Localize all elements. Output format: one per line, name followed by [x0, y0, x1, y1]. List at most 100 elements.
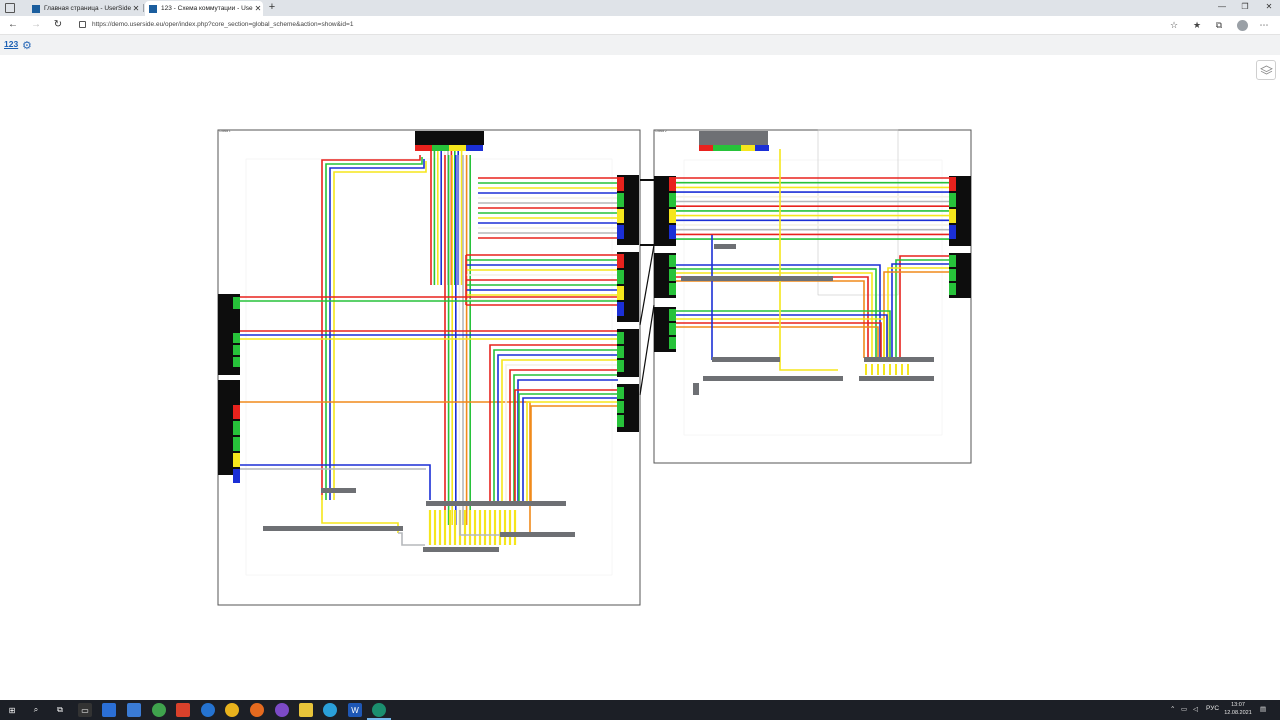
- edge-icon[interactable]: [372, 703, 386, 717]
- clock-date: 12.08.2021: [1224, 710, 1252, 716]
- splitter-strip[interactable]: [500, 532, 575, 537]
- port-marker: [617, 360, 624, 372]
- address-bar[interactable]: https://demo.userside.eu/oper/index.php?…: [92, 21, 353, 28]
- tab-scheme[interactable]: 123 - Схема коммутации - Use ✕: [145, 1, 263, 16]
- port-marker: [617, 346, 624, 358]
- terminal-icon[interactable]: ▭: [78, 703, 92, 717]
- tab-title: 123 - Схема коммутации - Use: [161, 5, 253, 12]
- splitter-strip[interactable]: [864, 357, 934, 362]
- port-marker: [669, 209, 676, 223]
- file-explorer-icon[interactable]: [299, 703, 313, 717]
- refresh-icon[interactable]: ↻: [52, 19, 64, 30]
- more-menu-icon[interactable]: ⋯: [1258, 20, 1270, 31]
- port-marker: [617, 302, 624, 316]
- close-window-button[interactable]: ✕: [1262, 2, 1276, 11]
- calculator-icon[interactable]: [127, 703, 141, 717]
- commutation-scheme-svg[interactable]: Схема 1 Схема 2: [0, 55, 1280, 700]
- word-icon[interactable]: W: [348, 703, 362, 717]
- tab-main-page[interactable]: Главная страница - UserSide ✕: [28, 1, 141, 16]
- coupler-box[interactable]: [415, 131, 484, 145]
- port-marker: [617, 270, 624, 284]
- new-tab-button[interactable]: +: [266, 1, 278, 13]
- close-tab-icon[interactable]: ✕: [131, 4, 141, 13]
- port-marker: [617, 401, 624, 413]
- port-marker: [669, 255, 676, 267]
- scheme-id-link[interactable]: 123: [4, 39, 18, 49]
- browser-toolbar: ← → ↻ https://demo.userside.eu/oper/inde…: [0, 16, 1280, 35]
- forward-arrow-icon[interactable]: →: [30, 19, 42, 30]
- clock[interactable]: 13:07 12.08.2021: [1222, 701, 1254, 717]
- link-line[interactable]: [639, 304, 655, 396]
- minimize-button[interactable]: —: [1215, 2, 1229, 11]
- chrome-icon[interactable]: [225, 703, 239, 717]
- browser-tab-strip: Главная страница - UserSide ✕ 123 - Схем…: [0, 0, 1280, 16]
- favorites-icon[interactable]: ★: [1191, 20, 1203, 31]
- port-marker: [233, 453, 240, 467]
- port-marker: [233, 437, 240, 451]
- tab-actions-icon[interactable]: [5, 3, 15, 13]
- splitter-strip[interactable]: [703, 376, 843, 381]
- port-marker: [669, 283, 676, 295]
- layers-icon: [1259, 65, 1273, 74]
- lock-icon[interactable]: [79, 21, 86, 28]
- task-view-icon[interactable]: ⧉: [53, 703, 67, 717]
- notifications-icon[interactable]: ▤: [1260, 705, 1266, 713]
- splitter-strip[interactable]: [712, 357, 780, 362]
- device-block[interactable]: [693, 383, 699, 395]
- store-icon[interactable]: [102, 703, 116, 717]
- add-favorite-icon[interactable]: ☆: [1168, 20, 1180, 31]
- volume-icon[interactable]: ◁: [1193, 705, 1198, 713]
- port-marker: [699, 145, 713, 151]
- telegram-icon[interactable]: [323, 703, 337, 717]
- windows-start-icon[interactable]: ⊞: [5, 703, 19, 717]
- scheme-name: Схема 2: [655, 129, 667, 133]
- splitter-strip[interactable]: [423, 547, 499, 552]
- port-marker: [457, 145, 466, 151]
- splitter-strip[interactable]: [681, 276, 833, 281]
- port-marker: [949, 269, 956, 281]
- language-indicator[interactable]: РУС: [1206, 705, 1219, 712]
- port-marker: [949, 193, 956, 207]
- port-marker: [233, 469, 240, 483]
- profile-avatar[interactable]: [1237, 20, 1248, 31]
- splitter-strip[interactable]: [714, 244, 736, 249]
- clock-time: 13:07: [1231, 702, 1245, 708]
- app-red-icon[interactable]: [176, 703, 190, 717]
- viber-icon[interactable]: [275, 703, 289, 717]
- port-marker: [617, 209, 624, 223]
- search-icon[interactable]: ⌕: [29, 703, 43, 717]
- splitter-strip[interactable]: [263, 526, 403, 531]
- link-line[interactable]: [639, 244, 655, 326]
- port-marker: [713, 145, 727, 151]
- maximize-button[interactable]: ❐: [1238, 2, 1252, 11]
- port-marker: [233, 405, 240, 419]
- layers-button[interactable]: [1256, 60, 1276, 80]
- app-green-icon[interactable]: [152, 703, 166, 717]
- port-marker: [669, 225, 676, 239]
- firefox-icon[interactable]: [250, 703, 264, 717]
- port-marker: [669, 193, 676, 207]
- port-marker: [474, 145, 483, 151]
- network-icon[interactable]: ▭: [1181, 705, 1187, 713]
- splitter-strip[interactable]: [426, 501, 566, 506]
- scheme-canvas[interactable]: Схема 1 Схема 2: [0, 55, 1280, 700]
- windows-taskbar: ⊞ ⌕ ⧉ ▭ W ⌃ ▭ ◁ РУС 13:07 12.08.2021 ▤: [0, 700, 1280, 720]
- userside-favicon-icon: [32, 4, 40, 13]
- port-marker: [949, 177, 956, 191]
- tray-arrow-icon[interactable]: ⌃: [1170, 705, 1175, 713]
- close-tab-icon[interactable]: ✕: [253, 4, 263, 13]
- edge-legacy-icon[interactable]: [201, 703, 215, 717]
- tab-title: Главная страница - UserSide: [44, 5, 131, 12]
- port-marker: [949, 283, 956, 295]
- back-arrow-icon[interactable]: ←: [7, 19, 19, 30]
- port-marker: [617, 387, 624, 399]
- splitter-strip[interactable]: [321, 488, 356, 493]
- port-marker: [423, 145, 432, 151]
- port-marker: [233, 297, 240, 309]
- scheme-name: Схема 1: [219, 129, 231, 133]
- splitter-strip[interactable]: [859, 376, 934, 381]
- port-marker: [449, 145, 458, 151]
- settings-gear-icon[interactable]: ⚙: [22, 39, 32, 52]
- collections-icon[interactable]: ⧉: [1213, 20, 1225, 31]
- port-marker: [233, 345, 240, 355]
